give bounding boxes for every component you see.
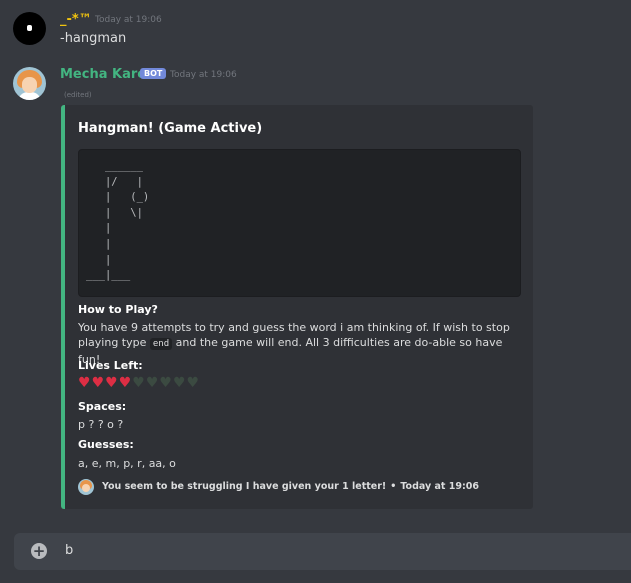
- timestamp: Today at 19:06: [95, 15, 162, 25]
- heart-full-icon: ♥: [105, 375, 119, 391]
- embed: Hangman! (Game Active) ______ |/ | | (_)…: [61, 105, 533, 509]
- heart-empty-icon: ♥: [159, 375, 173, 391]
- field-how-to-play-value: You have 9 attempts to try and guess the…: [78, 320, 518, 367]
- message-content: -hangman: [60, 31, 127, 46]
- username[interactable]: _-*™: [60, 12, 92, 27]
- heart-full-icon: ♥: [91, 375, 106, 391]
- bot-badge: BOT: [140, 68, 167, 79]
- footer-text: You seem to be struggling I have given y…: [102, 481, 479, 492]
- footer-timestamp: Today at 19:06: [400, 481, 480, 492]
- message-input-bar[interactable]: + b: [14, 533, 631, 570]
- timestamp: Today at 19:06: [170, 70, 237, 80]
- field-guesses-name: Guesses:: [78, 438, 134, 451]
- heart-empty-icon: ♥: [132, 375, 146, 391]
- footer-avatar-icon: [78, 479, 94, 495]
- heart-empty-icon: ♥: [186, 375, 201, 391]
- field-how-to-play-name: How to Play?: [78, 303, 158, 316]
- field-guesses-value: a, e, m, p, r, aa, o: [78, 457, 176, 470]
- avatar[interactable]: [13, 12, 46, 45]
- field-lives-name: Lives Left:: [78, 359, 143, 372]
- field-spaces-name: Spaces:: [78, 400, 127, 413]
- plus-circle-icon[interactable]: +: [31, 543, 47, 559]
- edited-label: (edited): [64, 91, 92, 99]
- heart-empty-icon: ♥: [172, 375, 187, 391]
- lives-hearts: ♥♥♥♥♥♥♥♥♥: [78, 375, 200, 391]
- footer-separator: •: [390, 481, 397, 492]
- hangman-drawing: ______ |/ | | (_) | \| | | | ___|___: [86, 160, 150, 282]
- message-input[interactable]: b: [65, 543, 73, 558]
- heart-full-icon: ♥: [118, 375, 133, 391]
- inline-code: end: [149, 338, 173, 350]
- footer-message: You seem to be struggling I have given y…: [102, 481, 387, 492]
- field-spaces-value: p ? ? o ?: [78, 418, 124, 431]
- heart-full-icon: ♥: [78, 375, 92, 391]
- embed-title: Hangman! (Game Active): [78, 121, 263, 136]
- avatar[interactable]: [13, 67, 46, 100]
- code-block: ______ |/ | | (_) | \| | | | ___|___: [78, 149, 521, 297]
- heart-empty-icon: ♥: [145, 375, 160, 391]
